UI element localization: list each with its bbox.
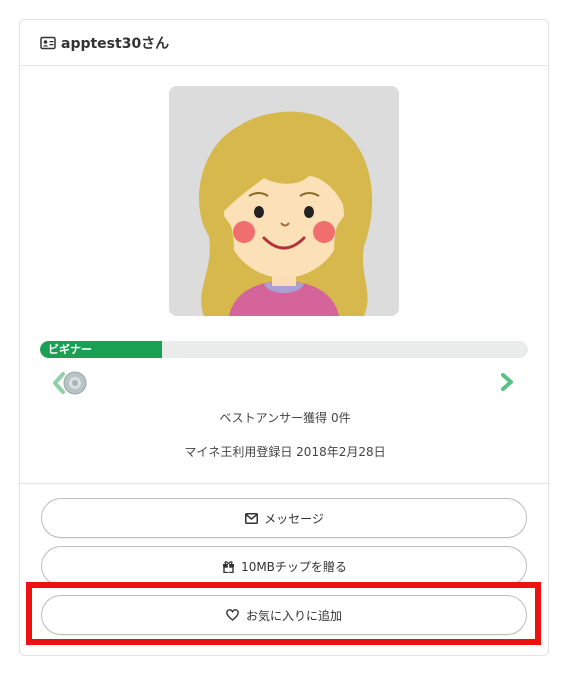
id-card-icon <box>40 36 56 50</box>
profile-header: apptest30さん <box>20 20 548 66</box>
message-button[interactable]: メッセージ <box>41 498 527 538</box>
registration-date: マイネ王利用登録日 2018年2月28日 <box>184 445 386 459</box>
badge-next-button[interactable] <box>499 372 515 392</box>
envelope-icon <box>244 511 258 525</box>
level-progress-bar: ビギナー <box>40 341 528 358</box>
add-favorite-button[interactable]: お気に入りに追加 <box>41 595 527 635</box>
level-label: ビギナー <box>48 343 92 356</box>
gift-icon <box>221 559 235 573</box>
add-favorite-label: お気に入りに追加 <box>245 608 342 623</box>
heart-icon <box>226 608 240 622</box>
level-progress-fill: ビギナー <box>40 341 162 358</box>
divider <box>20 483 548 484</box>
profile-card: apptest30さん ビギナー ベストアンサー獲得 0件 マイネ王利用登録日 … <box>19 19 549 656</box>
username: apptest30さん <box>61 35 170 52</box>
avatar <box>169 86 399 316</box>
message-label: メッセージ <box>264 511 324 526</box>
best-answer-count: ベストアンサー獲得 0件 <box>219 411 351 425</box>
gift-chip-button[interactable]: 10MBチップを贈る <box>41 546 527 586</box>
gift-chip-label: 10MBチップを贈る <box>241 559 347 574</box>
badge-prev-button[interactable] <box>49 370 93 396</box>
